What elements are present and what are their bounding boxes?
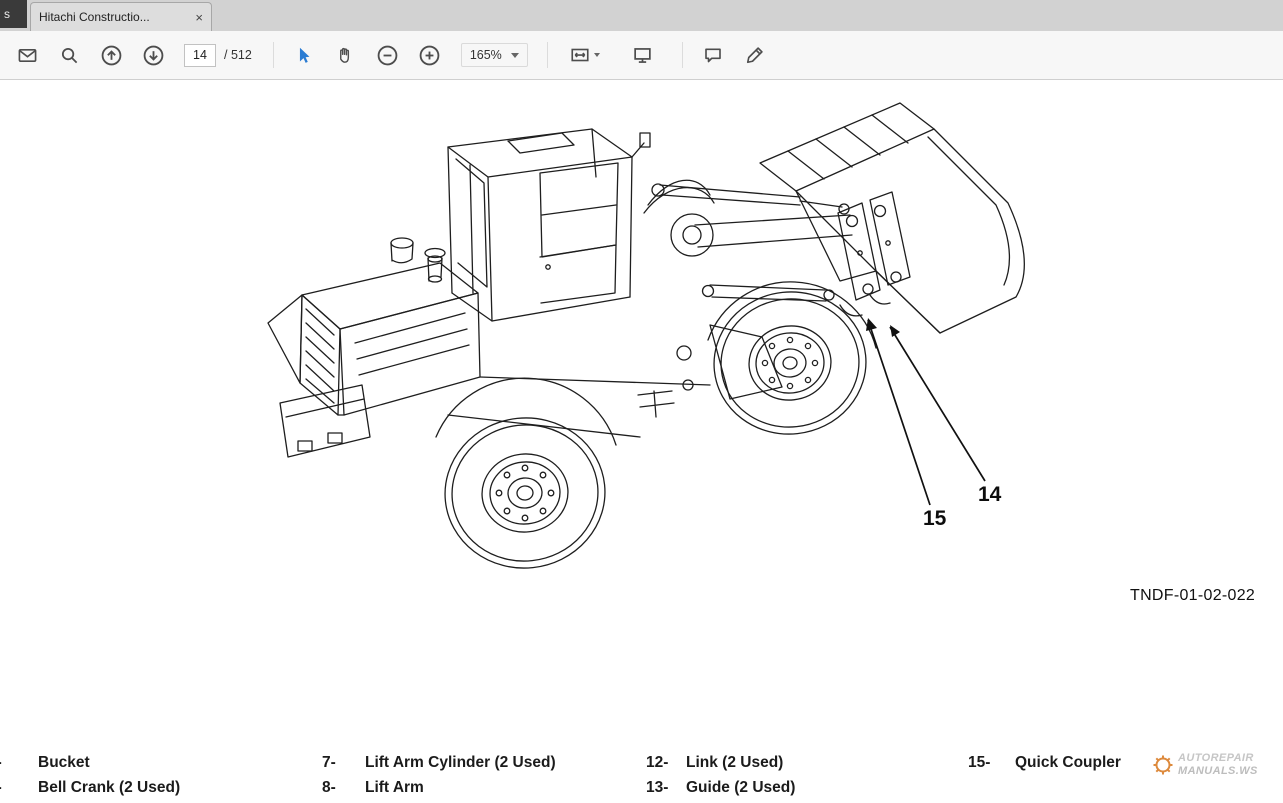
part-number: 8- bbox=[322, 775, 365, 800]
zoom-out-icon bbox=[377, 45, 398, 66]
parts-row: 15- Quick Coupler bbox=[968, 750, 1121, 775]
callout-label-14: 14 bbox=[978, 483, 1002, 506]
callout-label-15: 15 bbox=[923, 507, 947, 530]
part-name: Guide (2 Used) bbox=[686, 775, 795, 800]
chevron-down-icon bbox=[511, 53, 519, 58]
page-down-icon bbox=[143, 45, 164, 66]
highlighter-button[interactable] bbox=[739, 39, 771, 71]
part-number: 13- bbox=[646, 775, 686, 800]
toolbar-separator bbox=[682, 42, 683, 68]
page-up-icon bbox=[101, 45, 122, 66]
part-name: Bell Crank (2 Used) bbox=[38, 775, 180, 800]
comment-button[interactable] bbox=[697, 39, 729, 71]
wheel-loader-diagram: 15 14 bbox=[240, 85, 1040, 585]
select-cursor-icon bbox=[294, 46, 313, 65]
comment-icon bbox=[703, 45, 723, 65]
parts-row: 7- Lift Arm Cylinder (2 Used) bbox=[322, 750, 556, 775]
fit-width-icon bbox=[570, 45, 590, 65]
mail-icon bbox=[18, 46, 37, 65]
search-icon bbox=[60, 46, 79, 65]
parts-column-2: 7- Lift Arm Cylinder (2 Used) 8- Lift Ar… bbox=[322, 750, 556, 800]
parts-row: 8- Lift Arm bbox=[322, 775, 556, 800]
hand-tool-icon bbox=[336, 46, 355, 65]
select-tool-button[interactable] bbox=[288, 39, 320, 71]
parts-column-3: 12- Link (2 Used) 13- Guide (2 Used) bbox=[646, 750, 795, 800]
page-total-label: / 512 bbox=[224, 48, 252, 62]
part-number: 15- bbox=[968, 750, 1015, 775]
watermark: AUTOREPAIR MANUALS.WS bbox=[1152, 752, 1258, 778]
pdf-toolbar: / 512 165% bbox=[0, 31, 1283, 80]
fit-width-button[interactable] bbox=[562, 39, 608, 71]
next-page-button[interactable] bbox=[137, 39, 169, 71]
toolbar-separator bbox=[273, 42, 274, 68]
parts-row: 12- Link (2 Used) bbox=[646, 750, 795, 775]
pdf-page: 15 14 TNDF-01-02-022 1- Bucket 2- Bell C… bbox=[0, 80, 1283, 803]
toolbar-separator bbox=[547, 42, 548, 68]
page-display-button[interactable] bbox=[627, 39, 659, 71]
parts-row: 13- Guide (2 Used) bbox=[646, 775, 795, 800]
page-number-input[interactable] bbox=[184, 44, 216, 67]
part-number: 1- bbox=[0, 750, 38, 775]
part-name: Bucket bbox=[38, 750, 90, 775]
search-button[interactable] bbox=[53, 39, 85, 71]
chevron-down-icon bbox=[594, 53, 600, 57]
part-name: Link (2 Used) bbox=[686, 750, 783, 775]
gear-icon bbox=[1152, 754, 1174, 776]
part-name: Lift Arm Cylinder (2 Used) bbox=[365, 750, 556, 775]
highlighter-icon bbox=[745, 45, 765, 65]
figure-reference-code: TNDF-01-02-022 bbox=[1130, 587, 1255, 605]
previous-page-button[interactable] bbox=[95, 39, 127, 71]
background-window-tab[interactable]: s bbox=[0, 0, 27, 28]
zoom-level-value: 165% bbox=[470, 48, 502, 62]
part-number: 7- bbox=[322, 750, 365, 775]
page-number-group: / 512 bbox=[184, 44, 252, 67]
page-display-icon bbox=[632, 45, 653, 66]
tab-bar: s Hitachi Constructio... × bbox=[0, 0, 1283, 31]
parts-row: 2- Bell Crank (2 Used) bbox=[0, 775, 180, 800]
part-name: Quick Coupler bbox=[1015, 750, 1121, 775]
tab-close-icon[interactable]: × bbox=[195, 11, 203, 24]
parts-column-4: 15- Quick Coupler bbox=[968, 750, 1121, 775]
watermark-line-2: MANUALS.WS bbox=[1178, 765, 1258, 778]
parts-column-1: 1- Bucket 2- Bell Crank (2 Used) bbox=[0, 750, 180, 800]
zoom-level-dropdown[interactable]: 165% bbox=[461, 43, 528, 67]
zoom-in-button[interactable] bbox=[414, 39, 446, 71]
mail-button[interactable] bbox=[11, 39, 43, 71]
zoom-out-button[interactable] bbox=[372, 39, 404, 71]
watermark-line-1: AUTOREPAIR bbox=[1178, 752, 1258, 765]
tab-title: Hitachi Constructio... bbox=[39, 10, 189, 24]
parts-row: 1- Bucket bbox=[0, 750, 180, 775]
part-number: 2- bbox=[0, 775, 38, 800]
document-tab[interactable]: Hitachi Constructio... × bbox=[30, 2, 212, 31]
background-tab-label: s bbox=[4, 7, 10, 21]
zoom-in-icon bbox=[419, 45, 440, 66]
part-number: 12- bbox=[646, 750, 686, 775]
part-name: Lift Arm bbox=[365, 775, 424, 800]
hand-tool-button[interactable] bbox=[330, 39, 362, 71]
